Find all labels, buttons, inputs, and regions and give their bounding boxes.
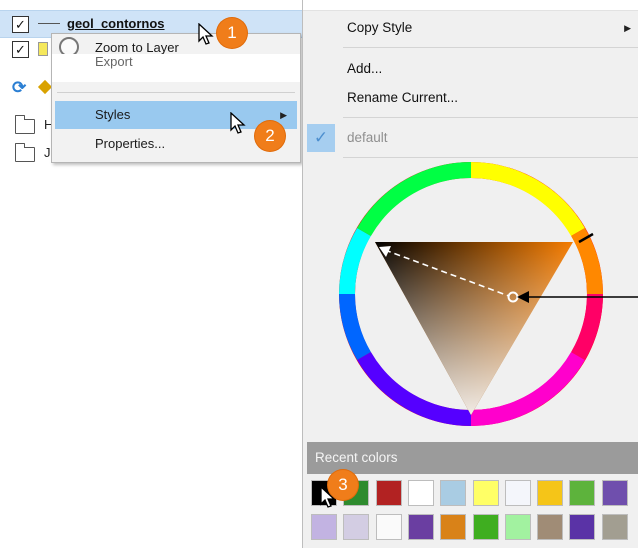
- menu-separator: [343, 47, 638, 48]
- menu-separator: [343, 157, 638, 158]
- styles-submenu: Copy Style ▶ Add... Rename Current... ✓ …: [302, 0, 638, 548]
- menu-item-export[interactable]: Export: [52, 54, 300, 82]
- refresh-icon[interactable]: ⟳: [12, 78, 26, 98]
- mouse-cursor-icon: [320, 486, 336, 508]
- recent-colors-header: Recent colors: [307, 442, 638, 474]
- recent-color-swatch[interactable]: [407, 480, 434, 506]
- menu-item-copy-style[interactable]: Copy Style ▶: [347, 17, 637, 39]
- recent-color-swatch[interactable]: [311, 514, 337, 540]
- recent-color-swatch[interactable]: [343, 514, 370, 540]
- recent-color-swatch[interactable]: [537, 514, 564, 540]
- line-symbol-icon: [38, 23, 60, 24]
- recent-color-swatch[interactable]: [601, 480, 628, 506]
- checkmark-icon: ✓: [307, 124, 335, 152]
- recent-color-swatch[interactable]: [375, 514, 402, 540]
- menu-item-current-style[interactable]: default: [347, 127, 388, 149]
- color-wheel[interactable]: [303, 160, 638, 440]
- recent-colors-grid: [311, 480, 638, 544]
- callout-badge-1: 1: [217, 18, 247, 48]
- menu-separator: [57, 92, 295, 93]
- layer-visibility-checkbox-2[interactable]: ✓: [12, 41, 29, 58]
- mouse-cursor-icon: [198, 23, 214, 45]
- menu-item-add-style[interactable]: Add...: [347, 58, 382, 80]
- layer-symbol-icon: [38, 42, 48, 56]
- window-edge: [303, 0, 638, 11]
- recent-color-swatch[interactable]: [569, 480, 596, 506]
- submenu-arrow-icon: ▶: [280, 110, 287, 120]
- recent-color-swatch[interactable]: [504, 480, 531, 506]
- recent-color-swatch[interactable]: [472, 514, 499, 540]
- recent-color-swatch[interactable]: [407, 514, 434, 540]
- submenu-arrow-icon: ▶: [624, 23, 631, 33]
- recent-color-swatch[interactable]: [537, 480, 564, 506]
- recent-color-swatch[interactable]: [601, 514, 628, 540]
- recent-color-swatch[interactable]: [504, 514, 531, 540]
- callout-badge-2: 2: [255, 121, 285, 151]
- menu-separator: [343, 117, 638, 118]
- recent-color-swatch[interactable]: [440, 480, 467, 506]
- folder-icon: [15, 115, 35, 134]
- menu-item-rename-current[interactable]: Rename Current...: [347, 87, 458, 109]
- layers-panel: ✓ geol_contornos ✓ ⟳ H J Zoom to Layer E…: [0, 0, 302, 548]
- layer-name[interactable]: geol_contornos: [67, 16, 165, 31]
- recent-color-swatch[interactable]: [375, 480, 402, 506]
- filter-icon[interactable]: [37, 79, 53, 95]
- folder-label[interactable]: J: [44, 145, 51, 160]
- recent-color-swatch[interactable]: [440, 514, 467, 540]
- mouse-cursor-icon: [230, 112, 246, 134]
- layer-visibility-checkbox[interactable]: ✓: [12, 16, 29, 33]
- folder-icon: [15, 143, 35, 162]
- recent-color-swatch[interactable]: [472, 480, 499, 506]
- recent-color-swatch[interactable]: [569, 514, 596, 540]
